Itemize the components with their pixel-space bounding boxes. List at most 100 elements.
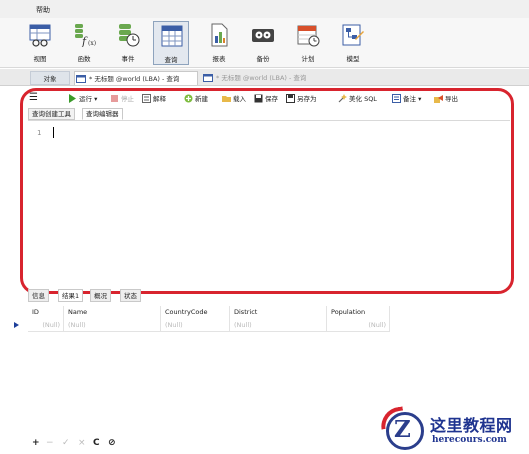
ribbon-model-button[interactable]: 模型 <box>335 21 371 65</box>
save-as-label: 另存为 <box>297 95 317 103</box>
schedule-icon <box>297 25 320 47</box>
comment-label: 备注 <box>403 95 416 103</box>
explain-button[interactable]: 解释 <box>142 92 166 106</box>
export-label: 导出 <box>445 95 458 103</box>
ribbon-event-button[interactable]: 事件 <box>110 21 146 65</box>
load-label: 载入 <box>233 95 246 103</box>
explain-icon <box>142 94 151 103</box>
play-icon <box>69 94 76 103</box>
save-label: 保存 <box>265 95 278 103</box>
run-button[interactable]: 运行 ▾ <box>68 92 97 106</box>
cell-countrycode[interactable]: (Null) <box>161 319 230 332</box>
comment-button[interactable]: 备注 ▾ <box>392 92 421 106</box>
ribbon-function-label: 函数 <box>77 55 91 63</box>
ribbon-function-button[interactable]: f (x) 函数 <box>66 21 102 65</box>
column-header-population[interactable]: Population <box>327 306 390 319</box>
new-label: 新建 <box>195 95 208 103</box>
grid-header-row: ID Name CountryCode District Population <box>28 306 390 319</box>
load-button[interactable]: 载入 <box>222 92 246 106</box>
tab-info[interactable]: 信息 <box>28 289 49 302</box>
tab-objects[interactable]: 对象 <box>30 71 70 85</box>
explain-label: 解释 <box>153 95 166 103</box>
ribbon-report-label: 报表 <box>212 55 226 63</box>
folder-icon <box>222 96 231 102</box>
ribbon-schedule-button[interactable]: 计划 <box>290 21 326 65</box>
comment-icon <box>392 94 401 103</box>
ribbon-query-button[interactable]: 查询 <box>153 21 189 65</box>
column-header-district[interactable]: District <box>230 306 327 319</box>
cell-name[interactable]: (Null) <box>64 319 161 332</box>
backup-icon <box>252 29 274 42</box>
save-button[interactable]: 保存 <box>254 92 278 106</box>
discard-changes-button[interactable]: × <box>78 438 86 448</box>
tab-query-editor[interactable]: 查询编辑器 <box>82 108 123 120</box>
tab-profile[interactable]: 概况 <box>90 289 111 302</box>
stop-label: 停止 <box>121 95 134 103</box>
refresh-button[interactable]: C <box>93 438 100 448</box>
sql-editor[interactable]: 1 <box>28 120 510 283</box>
query-toolbar: ☰ 运行 ▾ 停止 解释 新建 载入 保存 另存为 美化 SQL 备注 ▾ 导出 <box>22 92 507 106</box>
apply-changes-button[interactable]: ✓ <box>62 438 70 448</box>
ribbon-backup-button[interactable]: 备份 <box>245 21 281 65</box>
column-header-countrycode[interactable]: CountryCode <box>161 306 230 319</box>
new-icon <box>184 94 193 103</box>
watermark-logo-letter: Z <box>394 416 411 443</box>
ribbon-view-button[interactable]: 视图 <box>22 21 58 65</box>
column-header-id[interactable]: ID <box>28 306 64 319</box>
ribbon-report-button[interactable]: 报表 <box>201 21 237 65</box>
report-icon <box>211 23 228 47</box>
export-button[interactable]: 导出 <box>434 92 458 106</box>
current-row-indicator-icon <box>14 322 19 328</box>
svg-text:f: f <box>81 35 88 47</box>
ribbon-view-label: 视图 <box>33 55 47 63</box>
beautify-sql-label: 美化 SQL <box>349 95 377 103</box>
tab-query-untitled-2[interactable]: * 无标题 @world (LBA) - 查询 <box>202 71 324 85</box>
cell-id[interactable]: (Null) <box>28 319 64 332</box>
site-watermark: Z 这里教程网 herecours.com <box>378 406 525 454</box>
menu-help[interactable]: 帮助 <box>36 5 50 15</box>
query-tab-icon <box>203 74 213 82</box>
event-icon <box>119 24 140 47</box>
export-icon <box>434 95 443 103</box>
magic-wand-icon <box>338 94 347 103</box>
result-grid: ID Name CountryCode District Population … <box>14 306 390 332</box>
menu-bar: 帮助 <box>0 0 529 18</box>
run-label: 运行 <box>79 95 92 103</box>
cell-population[interactable]: (Null) <box>327 319 390 332</box>
stop-query-button[interactable]: ⊘ <box>108 438 116 448</box>
save-as-button[interactable]: 另存为 <box>286 92 317 106</box>
beautify-sql-button[interactable]: 美化 SQL <box>338 92 377 106</box>
tab-status[interactable]: 状态 <box>120 289 141 302</box>
stop-button[interactable]: 停止 <box>110 92 134 106</box>
document-tab-strip: 对象 * 无标题 @world (LBA) - 查询 * 无标题 @world … <box>0 69 529 86</box>
query-tab-icon <box>76 75 86 83</box>
ribbon-backup-label: 备份 <box>256 55 270 63</box>
add-record-button[interactable]: + <box>32 438 40 448</box>
model-icon <box>342 24 364 46</box>
tab-query-untitled-1-label: * 无标题 @world (LBA) - 查询 <box>89 75 180 83</box>
text-caret <box>53 127 54 138</box>
tab-query-builder[interactable]: 查询创建工具 <box>28 108 75 120</box>
tab-query-untitled-2-label: * 无标题 @world (LBA) - 查询 <box>216 74 307 82</box>
svg-text:(x): (x) <box>88 40 96 47</box>
ribbon-event-label: 事件 <box>121 55 135 63</box>
run-dropdown-arrow[interactable]: ▾ <box>94 95 97 103</box>
ribbon-schedule-label: 计划 <box>301 55 315 63</box>
cell-district[interactable]: (Null) <box>230 319 327 332</box>
column-header-name[interactable]: Name <box>64 306 161 319</box>
table-row[interactable]: (Null) (Null) (Null) (Null) (Null) <box>14 319 390 332</box>
menu-icon[interactable]: ☰ <box>29 91 38 105</box>
new-button[interactable]: 新建 <box>184 92 208 106</box>
save-icon <box>254 94 263 103</box>
ribbon-toolbar: 视图 f (x) 函数 事件 查询 报表 备份 计划 模型 <box>0 18 529 68</box>
comment-dropdown-arrow[interactable]: ▾ <box>418 95 421 103</box>
ribbon-model-label: 模型 <box>346 55 360 63</box>
view-icon <box>29 24 51 47</box>
watermark-site-name: 这里教程网 <box>430 416 513 435</box>
tab-query-untitled-1[interactable]: * 无标题 @world (LBA) - 查询 <box>74 71 198 85</box>
ribbon-query-label: 查询 <box>164 56 178 64</box>
delete-record-button[interactable]: − <box>46 438 54 448</box>
tab-result1[interactable]: 结果1 <box>58 289 84 302</box>
function-icon: f (x) <box>75 24 96 47</box>
save-as-icon <box>286 94 295 103</box>
